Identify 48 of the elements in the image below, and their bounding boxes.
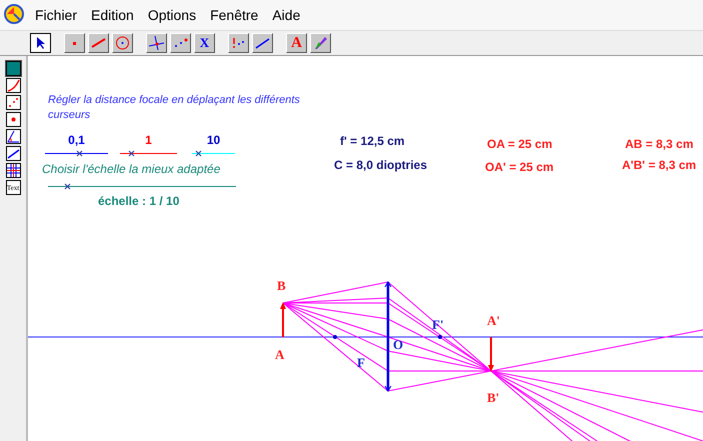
slider-label: 10 bbox=[206, 133, 220, 147]
palette-button[interactable] bbox=[6, 129, 20, 144]
distance-value: OA = 25 cm bbox=[487, 137, 552, 151]
point-label: B bbox=[277, 278, 286, 293]
size-value: AB = 8,3 cm bbox=[625, 137, 694, 151]
distance-value: OA' = 25 cm bbox=[485, 160, 554, 174]
lens-value: f' = 12,5 cm bbox=[340, 134, 405, 148]
segment-icon bbox=[91, 36, 106, 50]
grid-icon bbox=[6, 164, 20, 177]
instruction-text: Régler la distance focale en déplaçant les différents curseurs bbox=[48, 93, 301, 123]
brush-icon bbox=[313, 36, 328, 50]
lens-value: C = 8,0 dioptries bbox=[334, 158, 428, 172]
scatter-icon bbox=[6, 96, 20, 109]
intersecting-lines-icon bbox=[149, 36, 164, 50]
angle-icon bbox=[6, 130, 20, 143]
line-icon bbox=[6, 147, 20, 160]
palette-button[interactable] bbox=[6, 78, 20, 93]
slider-thumb[interactable] bbox=[64, 183, 71, 190]
slider-thumb[interactable] bbox=[195, 150, 202, 157]
dots-icon bbox=[173, 36, 188, 50]
point-label: B' bbox=[487, 390, 500, 405]
line-icon bbox=[255, 36, 270, 50]
scale-reading: échelle : 1 / 10 bbox=[98, 194, 180, 208]
slider-label: 1 bbox=[145, 133, 152, 147]
slider-thumb[interactable] bbox=[128, 150, 136, 157]
tool-button[interactable] bbox=[30, 33, 51, 53]
app-logo-icon bbox=[3, 4, 25, 26]
circle-icon bbox=[115, 36, 130, 50]
menu-item[interactable]: Edition bbox=[84, 7, 141, 23]
menu-item[interactable]: Aide bbox=[265, 7, 308, 23]
curve-icon bbox=[6, 79, 20, 92]
dots-icon bbox=[231, 36, 246, 50]
palette-button[interactable] bbox=[6, 112, 20, 127]
point-label: A' bbox=[487, 313, 500, 328]
tool-button[interactable]: X bbox=[194, 33, 215, 53]
point-label: A bbox=[275, 347, 284, 362]
palette-button[interactable] bbox=[6, 163, 20, 178]
menu-item[interactable]: Options bbox=[140, 7, 204, 23]
slider-thumb[interactable] bbox=[76, 150, 84, 157]
menu-item[interactable]: Fichier bbox=[28, 7, 84, 23]
slider-label: 0,1 bbox=[68, 133, 85, 147]
menu-item[interactable]: Fenêtre bbox=[203, 7, 266, 23]
point-label: F bbox=[357, 355, 365, 370]
size-value: A'B' = 8,3 cm bbox=[622, 158, 696, 172]
scale-hint-text: Choisir l'échelle la mieux adaptée bbox=[42, 162, 220, 176]
point-label: O bbox=[393, 337, 404, 352]
palette-button[interactable] bbox=[6, 146, 20, 161]
palette-button[interactable] bbox=[6, 95, 20, 110]
